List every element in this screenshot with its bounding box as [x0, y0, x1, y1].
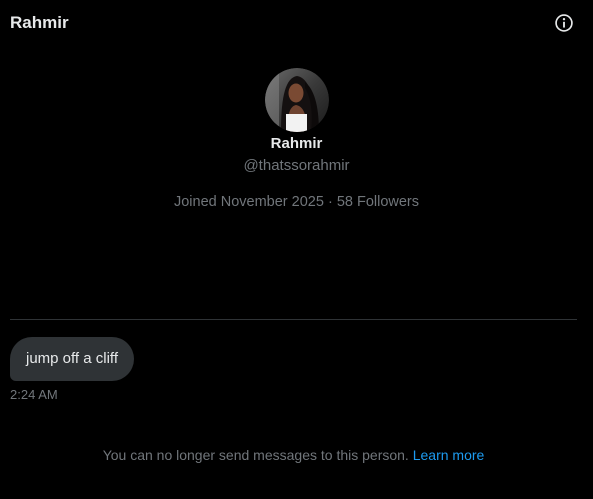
learn-more-link[interactable]: Learn more — [413, 447, 485, 463]
meta-separator: · — [327, 194, 333, 210]
message-bubble[interactable]: jump off a cliff — [10, 337, 134, 381]
followers-count[interactable]: 58 Followers — [337, 194, 419, 210]
avatar[interactable] — [264, 68, 329, 132]
messaging-restricted-notice: You can no longer send messages to this … — [0, 446, 587, 464]
conversation-info-button[interactable] — [551, 10, 577, 36]
profile-summary: Rahmir @thatssorahmir Joined November 20… — [0, 68, 593, 212]
conversation-title: Rahmir — [10, 13, 69, 32]
divider — [10, 319, 577, 320]
profile-meta: Joined November 2025 · 58 Followers — [0, 192, 593, 212]
info-circle-icon — [555, 14, 573, 32]
joined-date: Joined November 2025 — [173, 194, 324, 210]
profile-name[interactable]: Rahmir — [0, 134, 593, 154]
message-timestamp: 2:24 AM — [10, 387, 58, 402]
notice-text: You can no longer send messages to this … — [102, 447, 409, 463]
profile-handle[interactable]: @thatssorahmir — [0, 156, 593, 176]
